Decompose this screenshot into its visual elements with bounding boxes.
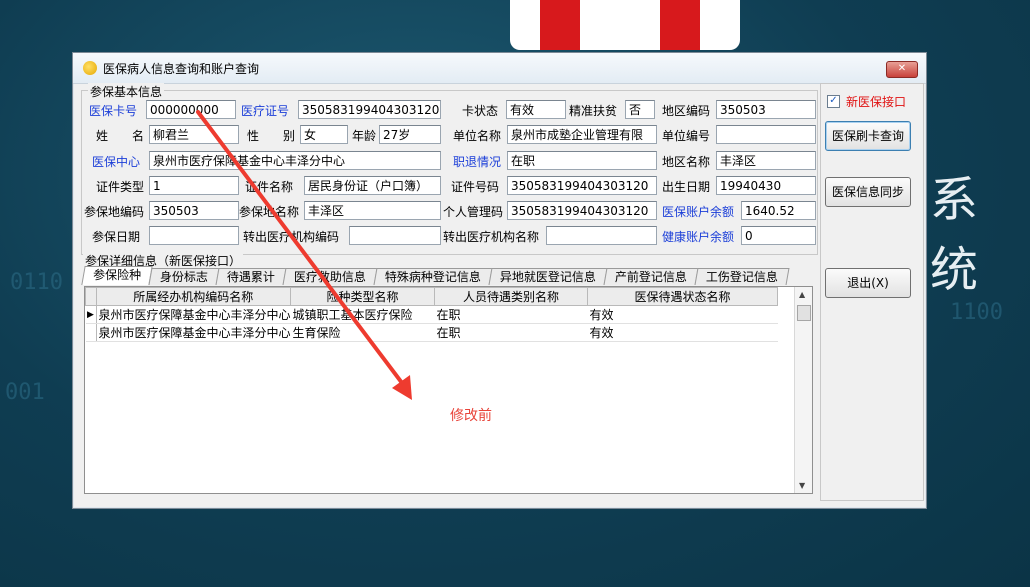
annotation-arrow [196,110,412,400]
annotation-label: 修改前 [450,408,492,424]
